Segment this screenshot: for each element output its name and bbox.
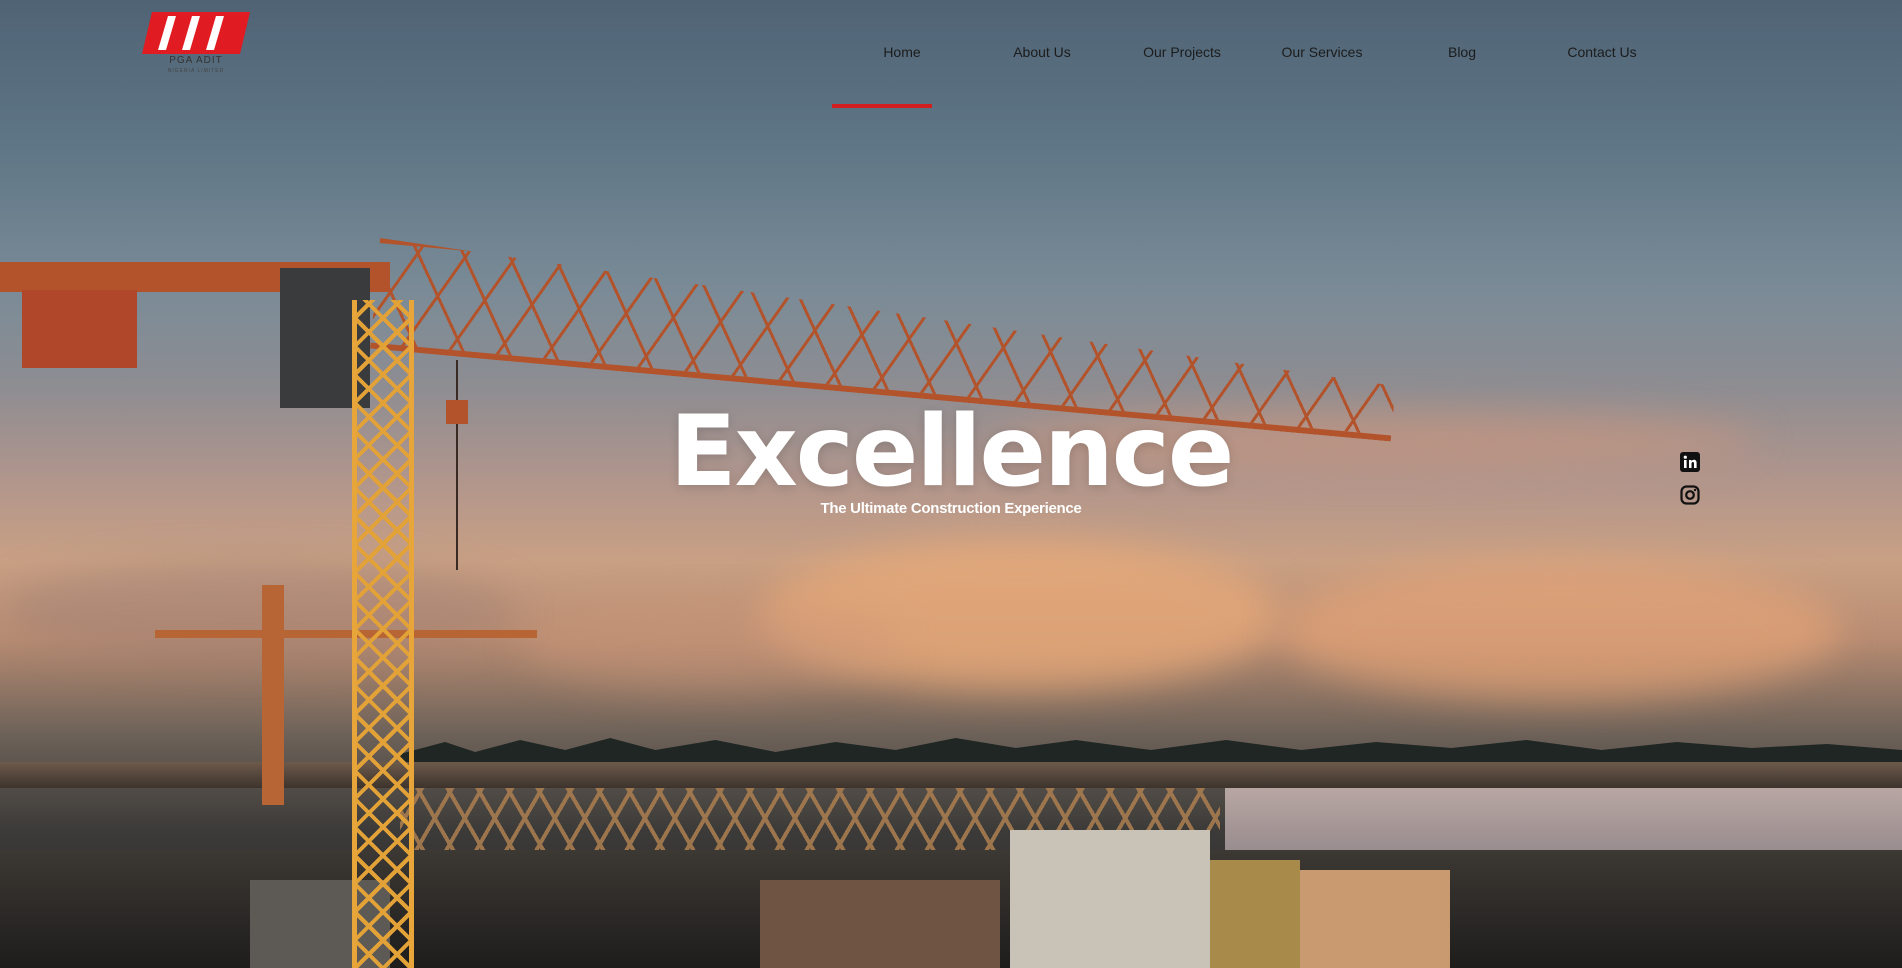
crane-counterweight xyxy=(22,290,137,368)
nav-item-our-projects[interactable]: Our Projects xyxy=(1112,44,1252,60)
cloud xyxy=(520,600,900,690)
active-nav-indicator xyxy=(832,104,932,108)
building xyxy=(760,880,1000,968)
brand-logo[interactable]: PGA ADIT NIGERIA LIMITED xyxy=(142,12,250,76)
building xyxy=(1010,830,1210,968)
nav-item-about-us[interactable]: About Us xyxy=(972,44,1112,60)
social-bar xyxy=(1680,452,1702,518)
distant-crane-jib xyxy=(155,630,537,638)
nav-item-our-services[interactable]: Our Services xyxy=(1252,44,1392,60)
building xyxy=(1300,870,1450,968)
nav-item-home[interactable]: Home xyxy=(832,44,972,60)
nav-item-contact-us[interactable]: Contact Us xyxy=(1532,44,1672,60)
brand-tagline: NIGERIA LIMITED xyxy=(167,68,225,74)
logo-stripes-icon xyxy=(142,12,250,54)
building xyxy=(1210,860,1300,968)
nav-item-blog[interactable]: Blog xyxy=(1392,44,1532,60)
bridge-deck xyxy=(0,762,1902,788)
site-header: PGA ADIT NIGERIA LIMITED Home About Us O… xyxy=(0,0,1902,110)
page: PGA ADIT NIGERIA LIMITED Home About Us O… xyxy=(0,0,1902,968)
hero-subtitle: The Ultimate Construction Experience xyxy=(820,500,1082,517)
distant-crane-mast xyxy=(262,585,284,805)
linkedin-icon[interactable] xyxy=(1680,452,1700,472)
cloud xyxy=(1280,560,1840,700)
hero-title: Excellence xyxy=(669,395,1235,509)
cloud xyxy=(0,560,520,660)
instagram-icon[interactable] xyxy=(1680,485,1700,505)
brand-name: PGA ADIT xyxy=(169,55,223,66)
